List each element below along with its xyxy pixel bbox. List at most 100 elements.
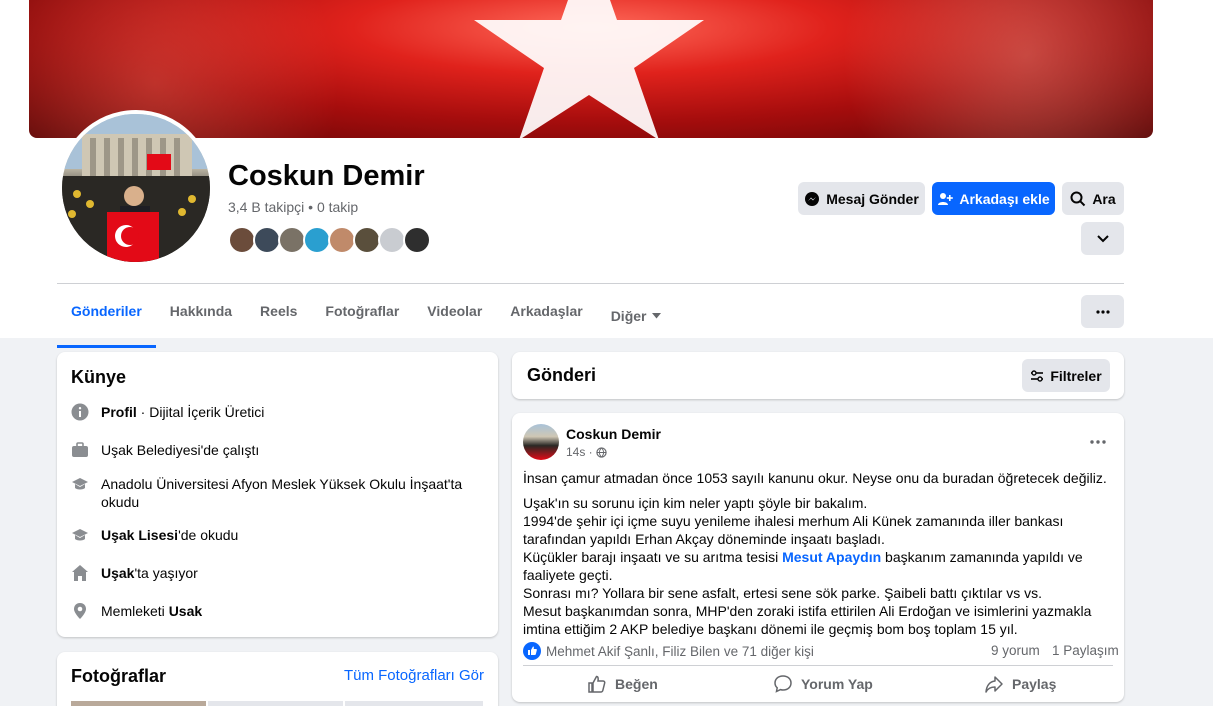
thumbs-up-icon bbox=[588, 675, 606, 693]
send-message-label: Mesaj Gönder bbox=[826, 190, 919, 207]
profile-tabs: Gönderiler Hakkında Reels Fotoğraflar Vi… bbox=[57, 294, 676, 348]
intro-profile-text: · Dijital İçerik Üretici bbox=[136, 404, 265, 420]
friend-avatar[interactable] bbox=[253, 226, 281, 254]
intro-item-profile: Profil · Dijital İçerik Üretici bbox=[71, 403, 264, 421]
friend-avatar[interactable] bbox=[228, 226, 256, 254]
post-author-name[interactable]: Coskun Demir bbox=[566, 426, 661, 442]
intro-item-work: Uşak Belediyesi'de çalıştı bbox=[71, 441, 259, 459]
photos-title: Fotoğraflar bbox=[71, 666, 167, 686]
more-options-button[interactable] bbox=[1081, 295, 1124, 328]
photo-thumbnail[interactable] bbox=[345, 701, 483, 706]
friend-avatar[interactable] bbox=[353, 226, 381, 254]
shares-count[interactable]: 1 Paylaşım bbox=[1052, 643, 1119, 658]
tab-about[interactable]: Hakkında bbox=[156, 294, 246, 338]
tab-photos[interactable]: Fotoğraflar bbox=[311, 294, 413, 338]
graduation-cap-icon bbox=[71, 526, 89, 544]
comment-label: Yorum Yap bbox=[801, 676, 873, 692]
intro-profile-bold: Profil bbox=[101, 404, 137, 420]
post-paragraph: Küçükler barajı inşaatı ve su arıtma tes… bbox=[523, 549, 1083, 583]
intro-hometown-text: Memleketi bbox=[101, 603, 169, 619]
photo-thumbnail[interactable] bbox=[208, 701, 343, 706]
filter-sliders-icon bbox=[1031, 369, 1044, 382]
post-author-avatar[interactable] bbox=[523, 424, 559, 460]
messenger-icon bbox=[805, 191, 820, 206]
header-divider bbox=[57, 283, 1124, 284]
tab-reels[interactable]: Reels bbox=[246, 294, 311, 338]
tab-posts[interactable]: Gönderiler bbox=[57, 294, 156, 348]
add-friend-label: Arkadaşı ekle bbox=[959, 190, 1050, 207]
mention-link[interactable]: Mesut Apaydın bbox=[782, 549, 881, 565]
intro-item-hometown: Memleketi Usak bbox=[71, 602, 202, 620]
graduation-cap-icon bbox=[71, 475, 89, 493]
reactions-summary[interactable]: Mehmet Akif Şanlı, Filiz Bilen ve 71 diğ… bbox=[523, 642, 814, 660]
post-divider bbox=[523, 665, 1113, 666]
intro-item-lives: Uşak'ta yaşıyor bbox=[71, 564, 198, 582]
share-button[interactable]: Paylaş bbox=[984, 674, 1056, 694]
post-card: Coskun Demir 14s · İnsan çamur atmadan ö… bbox=[512, 413, 1124, 702]
search-label: Ara bbox=[1092, 190, 1116, 207]
comment-button[interactable]: Yorum Yap bbox=[773, 674, 873, 694]
intro-hometown-bold[interactable]: Usak bbox=[169, 603, 202, 619]
post-paragraph: Mesut başkanımdan sonra, MHP'den zoraki … bbox=[523, 603, 1092, 637]
friend-avatar[interactable] bbox=[378, 226, 406, 254]
post-text: İnsan çamur atmadan önce 1053 sayılı kan… bbox=[523, 469, 1113, 638]
intro-item-highschool: Uşak Lisesi'de okudu bbox=[71, 526, 238, 544]
like-label: Beğen bbox=[615, 676, 658, 692]
cover-photo[interactable] bbox=[29, 0, 1153, 138]
intro-highschool-text: 'de okudu bbox=[178, 527, 239, 543]
intro-title: Künye bbox=[71, 367, 127, 387]
followers-count[interactable]: 3,4 B takipçi • 0 takip bbox=[228, 199, 358, 215]
posts-title: Gönderi bbox=[527, 365, 597, 385]
photo-thumbnail[interactable] bbox=[71, 701, 206, 706]
add-friend-button[interactable]: Arkadaşı ekle bbox=[932, 182, 1055, 215]
friend-avatar[interactable] bbox=[303, 226, 331, 254]
share-icon bbox=[985, 676, 1003, 693]
friend-avatar[interactable] bbox=[278, 226, 306, 254]
post-meta: 14s · bbox=[566, 445, 607, 459]
chevron-down-icon bbox=[1096, 234, 1109, 242]
post-paragraph: Sonrası mı? Yollara bir sene asfalt, ert… bbox=[523, 585, 1043, 601]
post-paragraph: Uşak'ın su sorunu için kim neler yaptı ş… bbox=[523, 495, 868, 511]
post-paragraph: İnsan çamur atmadan önce 1053 sayılı kan… bbox=[523, 470, 1107, 486]
comments-count[interactable]: 9 yorum bbox=[991, 643, 1040, 658]
mutual-friends-avatars[interactable] bbox=[228, 226, 431, 254]
filters-button[interactable]: Filtreler bbox=[1022, 359, 1110, 392]
friend-avatar[interactable] bbox=[328, 226, 356, 254]
like-button[interactable]: Beğen bbox=[587, 674, 658, 694]
info-icon bbox=[71, 403, 89, 421]
send-message-button[interactable]: Mesaj Gönder bbox=[798, 182, 925, 215]
intro-card: Künye Profil · Dijital İçerik Üretici Uş… bbox=[57, 352, 498, 637]
intro-lives-text: 'ta yaşıyor bbox=[134, 565, 198, 581]
add-friend-icon bbox=[938, 192, 954, 205]
tab-more-label: Diğer bbox=[610, 308, 647, 324]
intro-highschool-bold[interactable]: Uşak Lisesi bbox=[101, 527, 178, 543]
ellipsis-icon bbox=[1090, 440, 1106, 444]
comment-icon bbox=[774, 675, 792, 693]
briefcase-icon bbox=[71, 441, 89, 459]
search-icon bbox=[1070, 191, 1086, 206]
post-timestamp[interactable]: 14s · bbox=[566, 445, 593, 459]
reactions-names: Mehmet Akif Şanlı, Filiz Bilen ve 71 diğ… bbox=[546, 643, 814, 659]
photos-card: Fotoğraflar Tüm Fotoğrafları Gör bbox=[57, 652, 498, 706]
location-pin-icon bbox=[71, 602, 89, 620]
profile-avatar[interactable] bbox=[58, 110, 214, 266]
tab-more[interactable]: Diğer bbox=[597, 294, 676, 338]
tab-videos[interactable]: Videolar bbox=[413, 294, 496, 338]
intro-lives-bold[interactable]: Uşak bbox=[101, 565, 134, 581]
ellipsis-icon bbox=[1095, 309, 1110, 314]
more-profile-options-button[interactable] bbox=[1081, 222, 1124, 255]
search-button[interactable]: Ara bbox=[1062, 182, 1124, 215]
profile-name: Coskun Demir bbox=[228, 160, 425, 192]
intro-work-text: Uşak Belediyesi'de çalıştı bbox=[101, 442, 260, 458]
share-label: Paylaş bbox=[1012, 676, 1057, 692]
star-graphic bbox=[474, 0, 704, 138]
friend-avatar[interactable] bbox=[403, 226, 431, 254]
caret-down-icon bbox=[652, 313, 662, 319]
filters-label: Filtreler bbox=[1050, 367, 1102, 384]
intro-item-university: Anadolu Üniversitesi Afyon Meslek Yüksek… bbox=[71, 475, 471, 511]
avatar-photo bbox=[62, 114, 210, 262]
see-all-photos-link[interactable]: Tüm Fotoğrafları Gör bbox=[344, 667, 484, 684]
like-reaction-icon bbox=[523, 642, 541, 660]
tab-friends[interactable]: Arkadaşlar bbox=[496, 294, 596, 338]
post-options-button[interactable] bbox=[1090, 431, 1106, 449]
